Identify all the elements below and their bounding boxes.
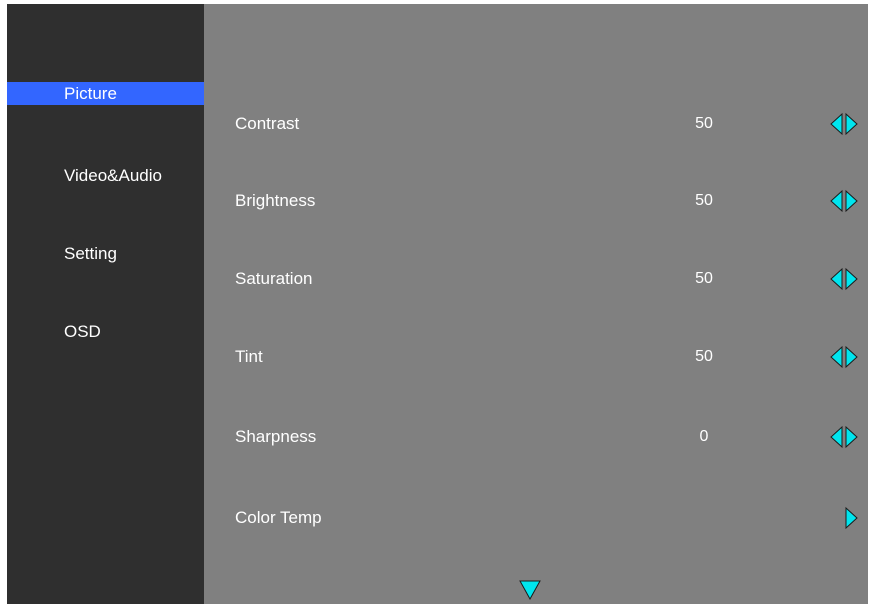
down-arrow-icon[interactable] <box>519 580 541 601</box>
sidebar-item-picture[interactable]: Picture <box>7 82 204 105</box>
menu-item-value: 0 <box>699 428 709 445</box>
menu-row-sharpness[interactable]: Sharpness 0 <box>204 422 868 452</box>
sidebar-item-video-audio[interactable]: Video&Audio <box>7 164 204 187</box>
sidebar-item-osd[interactable]: OSD <box>7 320 204 343</box>
menu-item-label: Sharpness <box>235 427 317 446</box>
menu-row-tint[interactable]: Tint 50 <box>204 342 868 372</box>
right-arrow-icon[interactable] <box>830 506 858 530</box>
menu-item-label: Tint <box>235 347 263 366</box>
left-right-arrows-icon[interactable] <box>830 345 858 369</box>
left-right-arrows-icon[interactable] <box>830 425 858 449</box>
osd-menu: Picture Video&Audio Setting OSD Contrast… <box>7 4 868 604</box>
menu-item-label: Color Temp <box>235 508 322 527</box>
menu-row-color-temp[interactable]: Color Temp <box>204 503 868 533</box>
left-right-arrows-icon[interactable] <box>830 267 858 291</box>
sidebar: Picture Video&Audio Setting OSD <box>7 4 204 604</box>
left-right-arrows-icon[interactable] <box>830 189 858 213</box>
left-right-arrows-icon[interactable] <box>830 112 858 136</box>
menu-item-label: Brightness <box>235 191 316 210</box>
sidebar-item-label: Setting <box>64 244 117 263</box>
menu-item-value: 50 <box>695 348 713 365</box>
menu-item-value: 50 <box>695 270 713 287</box>
sidebar-item-label: Picture <box>64 84 117 103</box>
menu-row-contrast[interactable]: Contrast 50 <box>204 109 868 139</box>
sidebar-item-label: OSD <box>64 322 101 341</box>
menu-item-label: Contrast <box>235 114 300 133</box>
menu-item-label: Saturation <box>235 269 313 288</box>
menu-row-saturation[interactable]: Saturation 50 <box>204 264 868 294</box>
menu-item-value: 50 <box>695 115 713 132</box>
menu-item-value: 50 <box>695 192 713 209</box>
sidebar-item-label: Video&Audio <box>64 166 162 185</box>
menu-row-brightness[interactable]: Brightness 50 <box>204 186 868 216</box>
sidebar-item-setting[interactable]: Setting <box>7 242 204 265</box>
